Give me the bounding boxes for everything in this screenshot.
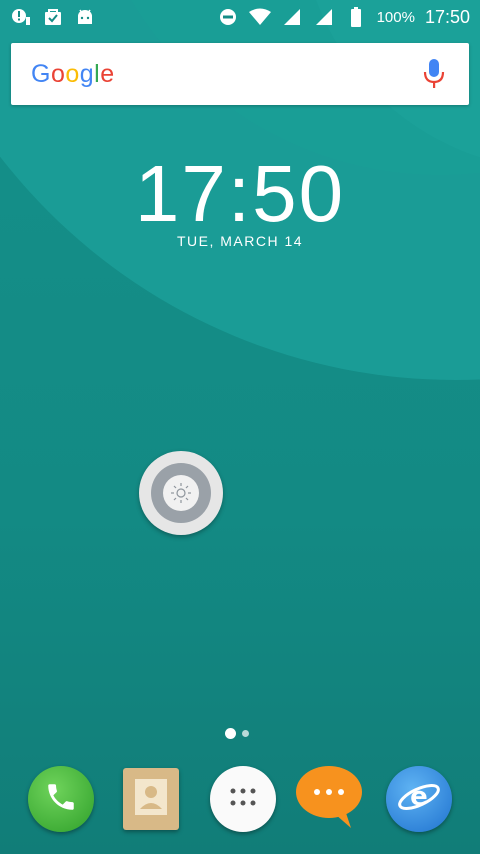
google-logo: Google [31, 60, 115, 89]
browser-e-icon: e [396, 774, 442, 825]
google-logo-letter: e [100, 59, 115, 88]
browser-app[interactable]: e [386, 766, 452, 832]
grid-icon [230, 788, 256, 811]
battery-percent: 100% [376, 8, 415, 26]
android-icon [74, 7, 96, 27]
brightness-icon [163, 475, 199, 511]
alert-icon [10, 7, 32, 27]
contacts-icon [131, 775, 171, 824]
google-search-bar[interactable]: Google [11, 43, 469, 105]
svg-text:e: e [410, 782, 428, 812]
battery-icon [345, 7, 367, 27]
signal-icon-1 [281, 7, 303, 27]
floating-assist-button[interactable] [139, 451, 223, 535]
clock-date[interactable]: TUE, MARCH 14 [0, 233, 480, 249]
do-not-disturb-icon [217, 7, 239, 27]
contacts-app[interactable] [123, 768, 179, 830]
google-logo-letter: G [31, 59, 51, 88]
messages-app[interactable] [295, 764, 363, 835]
wallpaper [0, 0, 480, 854]
status-time: 17:50 [424, 6, 470, 27]
status-bar[interactable]: 100% 17:50 [0, 0, 480, 34]
google-logo-letter: o [65, 59, 80, 88]
wifi-icon [248, 7, 271, 27]
dock: e [0, 760, 480, 854]
page-dot-active[interactable] [225, 728, 236, 739]
shopping-bag-check-icon [42, 7, 64, 27]
page-dot[interactable] [242, 730, 249, 737]
app-drawer-button[interactable] [210, 766, 276, 832]
chat-bubble-icon [295, 764, 363, 835]
microphone-icon[interactable] [423, 59, 445, 89]
phone-icon [44, 780, 78, 819]
google-logo-letter: g [79, 59, 95, 88]
google-logo-letter: o [50, 59, 66, 88]
clock-time[interactable]: 17:50 [0, 148, 480, 240]
page-indicator [225, 728, 249, 739]
phone-app[interactable] [28, 766, 94, 832]
signal-icon-2 [313, 7, 335, 27]
